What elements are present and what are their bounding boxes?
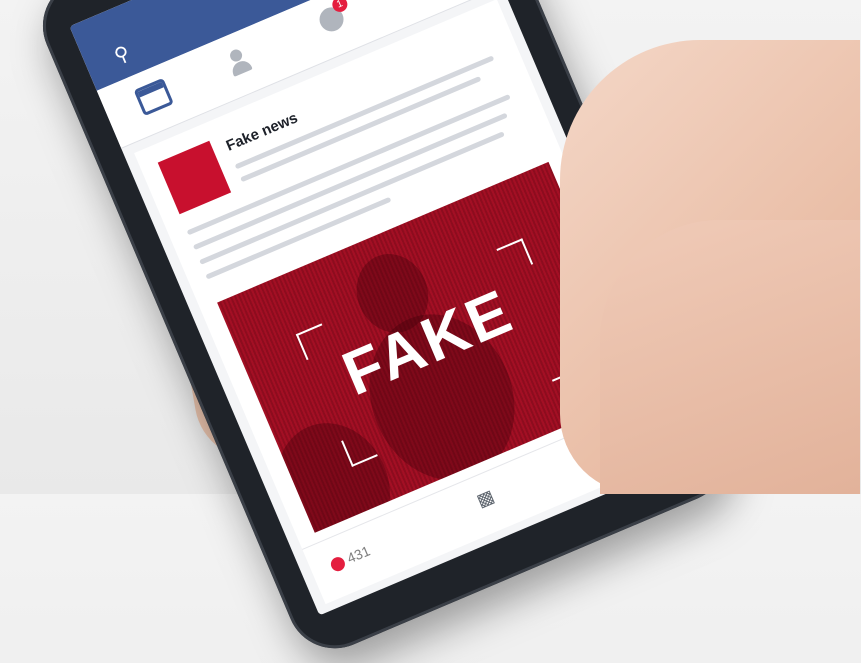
newsfeed-icon[interactable]: [133, 77, 174, 117]
like-count[interactable]: 431: [328, 542, 373, 574]
friends-icon[interactable]: [222, 41, 261, 80]
like-icon: [328, 555, 348, 574]
like-count-value: 431: [344, 542, 373, 567]
right-fingers: [600, 220, 860, 494]
photo-scene: ⚲ ☰ 1 ⌄ Fake news: [0, 0, 861, 663]
focus-corner: [295, 323, 333, 361]
search-icon[interactable]: ⚲: [110, 40, 133, 69]
post-author[interactable]: Fake news: [224, 109, 300, 154]
focus-corner: [496, 238, 534, 275]
avatar[interactable]: [157, 140, 232, 215]
comment-icon[interactable]: ▩: [474, 486, 498, 512]
